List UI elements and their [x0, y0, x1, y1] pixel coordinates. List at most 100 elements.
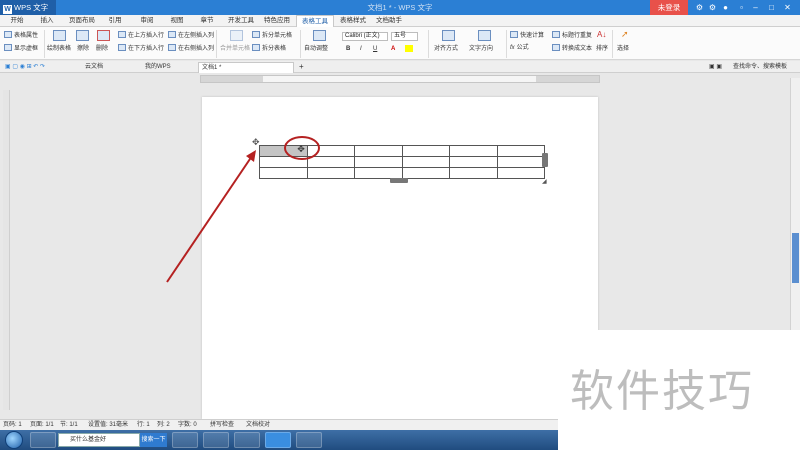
ribbon-divider	[506, 30, 507, 58]
insert-col-right-button[interactable]: 在右侧插入列	[168, 44, 214, 53]
table-cell[interactable]	[306, 145, 355, 157]
command-search[interactable]: 查找命令、搜索模板	[730, 62, 800, 73]
tab-features[interactable]: 特色应用	[260, 15, 294, 27]
settings-icon[interactable]: ⚙	[707, 0, 718, 15]
table-cell[interactable]	[259, 156, 308, 168]
status-spell-check[interactable]: 拼写检查	[210, 420, 234, 430]
split-table-button[interactable]: 拆分表格	[252, 44, 286, 53]
tab-developer[interactable]: 开发工具	[224, 15, 258, 27]
tab-home[interactable]: 开始	[4, 15, 30, 27]
font-size-select[interactable]: 五号	[391, 32, 418, 41]
insert-col-right-icon	[168, 44, 176, 51]
table-cell[interactable]	[449, 145, 498, 157]
table-cell[interactable]	[306, 167, 355, 179]
show-gridlines-button[interactable]: 显示虚框	[4, 44, 38, 53]
text-direction-button[interactable]: 文字方向	[469, 45, 493, 53]
table-cell[interactable]	[496, 167, 545, 179]
table-properties-button[interactable]: 表格属性	[4, 31, 38, 40]
taskbar-search-button[interactable]: 搜索一下	[140, 433, 167, 447]
erase-button[interactable]: 擦除	[77, 45, 89, 53]
tab-table-tools[interactable]: 表格工具	[296, 15, 334, 27]
minimize-button[interactable]: –	[750, 0, 761, 15]
formula-button[interactable]: fx 公式	[510, 44, 529, 52]
quick-access-icons[interactable]: ▣ ▢ ◉ ⊞ ↶ ↷	[2, 62, 52, 73]
split-table-label: 拆分表格	[262, 46, 287, 52]
chrome-icon[interactable]	[203, 432, 229, 448]
insert-row-below-button[interactable]: 在下方插入行	[118, 44, 164, 53]
wps-writer-taskbar-icon[interactable]	[265, 432, 291, 448]
taskbar-app-icon[interactable]	[172, 432, 198, 448]
delete-button[interactable]: 删除	[96, 45, 108, 53]
insert-row-above-label: 在上方插入行	[128, 33, 165, 39]
tab-doc-assistant[interactable]: 文档助手	[372, 15, 406, 27]
quick-icons-right[interactable]: ▣ ▣	[706, 62, 726, 73]
font-name-select[interactable]: Calibri (正文)	[342, 32, 388, 41]
taskbar-app-icon[interactable]	[234, 432, 260, 448]
table-cell[interactable]	[496, 156, 545, 168]
scrollbar-thumb[interactable]	[792, 233, 799, 283]
insert-row-above-button[interactable]: 在上方插入行	[118, 31, 164, 40]
italic-button[interactable]: I	[360, 45, 362, 53]
convert-to-text-button[interactable]: 转换成文本	[552, 44, 592, 53]
tab-insert[interactable]: 插入	[34, 15, 60, 27]
table-cell[interactable]	[354, 145, 403, 157]
font-color-button[interactable]: A	[391, 45, 395, 53]
ribbon-tabs: 开始 插入 页面布局 引用 审阅 视图 章节 开发工具 特色应用 表格工具 表格…	[0, 15, 800, 27]
tab-table-style[interactable]: 表格样式	[336, 15, 370, 27]
taskbar-search-input[interactable]: 买什么基金好	[58, 433, 140, 447]
document-table[interactable]	[259, 145, 545, 179]
status-doc-check[interactable]: 文档校对	[246, 420, 270, 430]
table-cell-selected[interactable]	[259, 145, 308, 157]
tab-cloud-docs[interactable]: 云文档	[82, 62, 136, 73]
restore-button[interactable]: □	[766, 0, 777, 15]
insert-row-above-icon	[118, 31, 126, 38]
add-row-handle[interactable]	[390, 178, 408, 183]
table-cell[interactable]	[401, 145, 450, 157]
minimize-icon[interactable]: ▫	[736, 0, 747, 15]
split-cells-button[interactable]: 拆分单元格	[252, 31, 292, 40]
close-button[interactable]: ✕	[782, 0, 793, 15]
highlight-icon[interactable]	[405, 45, 413, 52]
insert-col-left-button[interactable]: 在左侧插入列	[168, 31, 214, 40]
table-cell[interactable]	[401, 156, 450, 168]
status-line: 行: 1	[137, 422, 150, 428]
table-cell[interactable]	[449, 167, 498, 179]
table-cell[interactable]	[496, 145, 545, 157]
taskbar-app-icon[interactable]	[296, 432, 322, 448]
header-repeat-button[interactable]: 标题行重复	[552, 31, 592, 40]
sort-button[interactable]: 排序	[596, 45, 608, 53]
select-button[interactable]: 选择	[617, 45, 629, 53]
help-icon[interactable]: ●	[720, 0, 731, 15]
add-column-handle[interactable]	[542, 153, 548, 167]
status-word-count: 字数: 0	[178, 422, 197, 428]
auto-fit-button[interactable]: 自动调整	[304, 45, 328, 53]
quick-calc-button[interactable]: 快速计算	[510, 31, 544, 40]
tab-my-wps[interactable]: 我的WPS	[142, 62, 192, 73]
document-page[interactable]: ✥ ◢	[202, 97, 598, 419]
tab-page-layout[interactable]: 页面布局	[64, 15, 100, 27]
underline-button[interactable]: U	[373, 45, 377, 53]
add-tab-button[interactable]: +	[296, 62, 306, 73]
tab-references[interactable]: 引用	[102, 15, 128, 27]
start-button[interactable]	[5, 431, 23, 449]
taskbar-app-icon[interactable]	[30, 432, 56, 448]
alignment-button[interactable]: 对齐方式	[434, 45, 458, 53]
login-button[interactable]: 未登录	[650, 0, 688, 15]
table-cell[interactable]	[449, 156, 498, 168]
tab-document1[interactable]: 文档1 *	[198, 62, 294, 73]
table-cell[interactable]	[306, 156, 355, 168]
tab-view[interactable]: 视图	[164, 15, 190, 27]
draw-table-button[interactable]: 绘制表格	[47, 45, 71, 53]
table-cell[interactable]	[354, 156, 403, 168]
table-cell[interactable]	[259, 167, 308, 179]
bold-button[interactable]: B	[346, 45, 350, 53]
draw-table-icon	[53, 30, 66, 41]
merge-cells-button[interactable]: 合并单元格	[220, 45, 250, 53]
skin-icon[interactable]: ⚙	[694, 0, 705, 15]
tab-review[interactable]: 审阅	[134, 15, 160, 27]
table-row	[259, 156, 545, 168]
tab-chapter[interactable]: 章节	[194, 15, 220, 27]
table-resize-handle-icon[interactable]: ◢	[542, 178, 547, 185]
table-cell[interactable]	[354, 167, 403, 179]
table-cell[interactable]	[401, 167, 450, 179]
